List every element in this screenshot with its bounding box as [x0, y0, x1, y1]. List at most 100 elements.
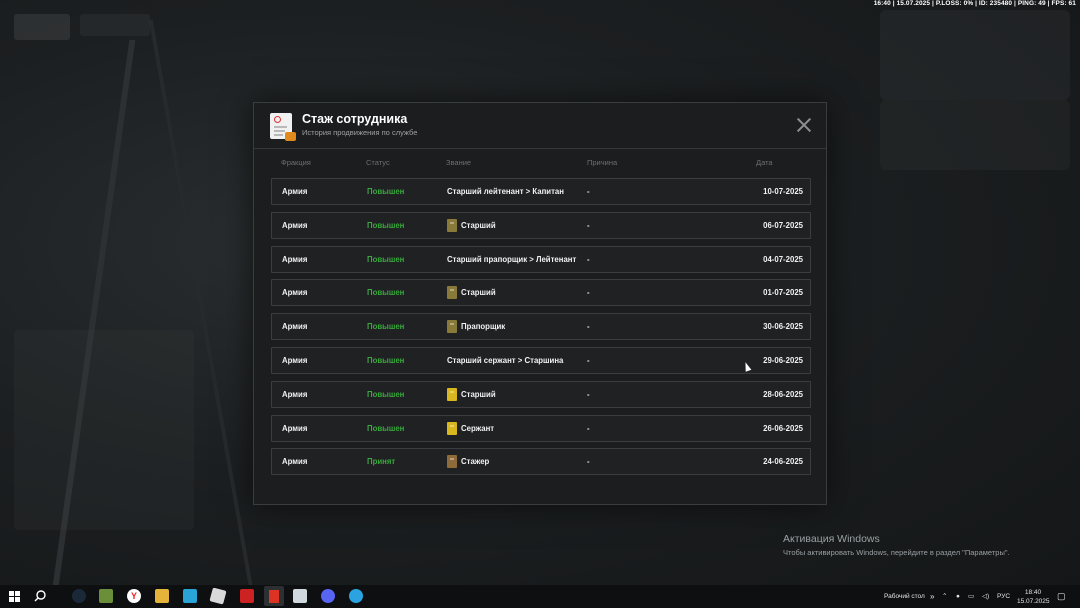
table-row: Армия Повышен Сержант - 26-06-2025: [271, 414, 811, 442]
reason-cell: -: [587, 322, 590, 332]
faction-cell: Армия: [282, 254, 308, 264]
column-header-status: Статус: [366, 158, 390, 167]
desktop-toolbar-label[interactable]: Рабочий стол: [884, 585, 925, 608]
microphone-icon[interactable]: ●: [956, 585, 960, 608]
faction-cell: Армия: [282, 423, 308, 433]
reason-cell: -: [587, 187, 590, 196]
rank-label: Стажер: [461, 457, 490, 467]
rank-label: Старший сержант > Старшина: [447, 356, 564, 365]
chevron-up-icon[interactable]: ⌃: [942, 585, 947, 608]
date-cell: 30-06-2025: [763, 322, 803, 332]
close-icon[interactable]: [796, 117, 812, 133]
background-tab: [80, 14, 150, 36]
chevron-right-icon[interactable]: »: [930, 585, 934, 608]
status-cell: Повышен: [367, 322, 405, 332]
search-icon[interactable]: [33, 589, 47, 603]
rank-cell: Старший лейтенант > Капитан: [447, 179, 564, 204]
rank-insignia-icon: [447, 286, 457, 300]
date-cell: 01-07-2025: [763, 288, 803, 298]
reason-cell: -: [587, 423, 590, 433]
status-cell: Повышен: [367, 220, 405, 230]
clock[interactable]: 18:40 15.07.2025: [1017, 585, 1050, 608]
windows-start-icon[interactable]: [7, 589, 21, 603]
faction-cell: Армия: [282, 389, 308, 399]
rank-cell: Старший: [447, 382, 496, 407]
status-cell: Принят: [367, 457, 396, 467]
notifications-icon[interactable]: ▢: [1057, 585, 1066, 608]
date-cell: 29-06-2025: [763, 356, 803, 365]
rank-label: Старший: [461, 389, 496, 399]
table-row: Армия Повышен Старший сержант > Старшина - 2…: [271, 347, 811, 374]
rank-label: Старший лейтенант > Капитан: [447, 187, 564, 196]
roblox-icon[interactable]: [209, 587, 227, 605]
table-row: Армия Принят Стажер - 24-06-2025: [271, 448, 811, 476]
faction-cell: Армия: [282, 457, 308, 467]
table-row: Армия Повышен Старший прапорщик > Лейтенан…: [271, 245, 811, 273]
modal-subtitle: История продвижения по службе: [302, 128, 418, 137]
activation-message: Чтобы активировать Windows, перейдите в …: [783, 548, 1010, 557]
reason-cell: -: [587, 254, 590, 264]
rank-cell: Сержант: [447, 416, 494, 441]
status-cell: Повышен: [367, 356, 405, 365]
rank-insignia-icon: [447, 455, 457, 469]
background-logo: [14, 14, 70, 40]
rank-label: Сержант: [461, 423, 495, 433]
date-cell: 06-07-2025: [763, 220, 803, 230]
table-row: Армия Повышен Старший - 28-06-2025: [271, 380, 811, 408]
windows-activation-watermark: Активация Windows Чтобы активировать Win…: [783, 533, 1010, 557]
background-panel: [14, 330, 194, 530]
column-header-date: Дата: [756, 158, 773, 167]
window-icon[interactable]: [293, 589, 307, 603]
table-header: Фракция Статус Звание Причина Дата: [271, 158, 811, 170]
network-icon[interactable]: ▭: [968, 585, 974, 608]
taskbar: Y Рабочий стол » ⌃ ● ▭ ◁) РУС 18:40 15.0…: [0, 585, 1080, 608]
rank-cell: Стажер: [447, 449, 489, 474]
date-cell: 28-06-2025: [763, 389, 803, 399]
app-icon[interactable]: [183, 589, 197, 603]
modal-title: Стаж сотрудника: [302, 112, 408, 126]
telegram-icon[interactable]: [349, 589, 363, 603]
rank-cell: Старший: [447, 213, 496, 238]
rank-cell: Старший сержант > Старшина: [447, 348, 563, 373]
rank-insignia-icon: [447, 218, 457, 232]
document-seal-icon: [270, 113, 296, 141]
date-cell: 24-06-2025: [763, 457, 803, 467]
steam-icon[interactable]: [72, 589, 86, 603]
reason-cell: -: [587, 389, 590, 399]
media-icon[interactable]: [240, 589, 254, 603]
clock-time: 18:40: [1024, 589, 1042, 596]
column-header-faction: Фракция: [281, 158, 311, 167]
status-cell: Повышен: [367, 288, 405, 298]
rank-label: Старший: [461, 288, 496, 298]
rank-label: Старший: [461, 220, 496, 230]
hud-stats: 16:40 | 15.07.2025 | P.LOSS: 0% | ID: 23…: [873, 0, 1076, 7]
rank-insignia-icon: [447, 320, 457, 334]
table-row: Армия Повышен Прапорщик - 30-06-2025: [271, 313, 811, 341]
file-explorer-icon[interactable]: [155, 589, 169, 603]
minecraft-icon[interactable]: [99, 589, 113, 603]
rank-insignia-icon: [447, 421, 457, 435]
rank-insignia-icon: [447, 387, 457, 401]
game-icon[interactable]: [264, 586, 284, 606]
table-row: Армия Повышен Старший - 06-07-2025: [271, 211, 811, 239]
yandex-browser-icon[interactable]: Y: [127, 589, 141, 603]
discord-icon[interactable]: [321, 589, 335, 603]
reason-cell: -: [587, 288, 590, 298]
rank-label: Старший прапорщик > Лейтенант: [447, 254, 577, 264]
rank-label: Прапорщик: [461, 322, 506, 332]
date-cell: 10-07-2025: [763, 187, 803, 196]
table-row: Армия Повышен Старший лейтенант > Капитан -…: [271, 178, 811, 205]
faction-cell: Армия: [282, 356, 308, 365]
clock-date: 15.07.2025: [1017, 598, 1050, 605]
reason-cell: -: [587, 356, 590, 365]
volume-icon[interactable]: ◁): [982, 585, 989, 608]
rank-cell: Старший: [447, 280, 496, 305]
reason-cell: -: [587, 457, 590, 467]
column-header-rank: Звание: [446, 158, 472, 167]
date-cell: 04-07-2025: [763, 254, 803, 264]
status-cell: Повышен: [367, 187, 405, 196]
status-cell: Повышен: [367, 389, 405, 399]
activation-title: Активация Windows: [783, 533, 880, 545]
language-indicator[interactable]: РУС: [997, 585, 1010, 608]
background-hud-panel: [880, 100, 1070, 170]
